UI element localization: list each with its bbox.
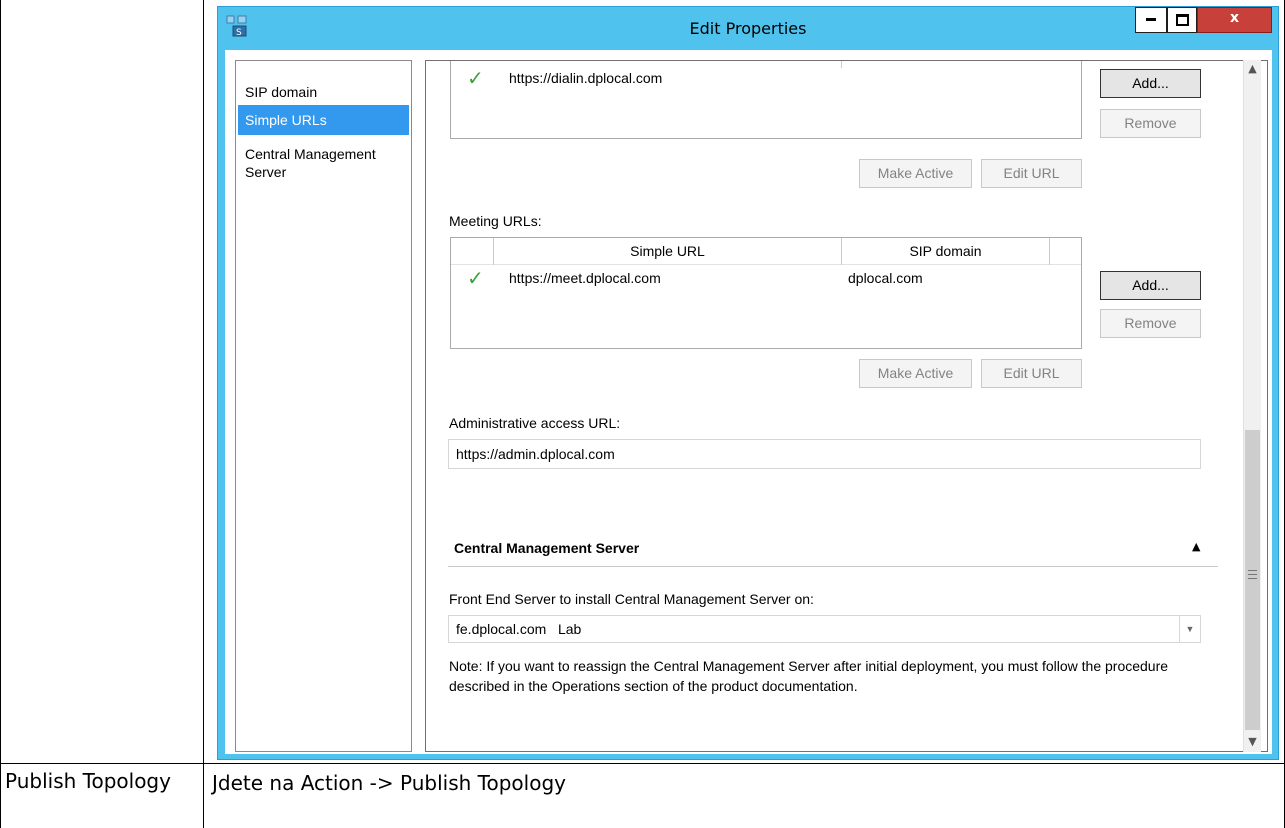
window-title: Edit Properties xyxy=(689,19,807,38)
cms-collapse-icon[interactable]: ▲ xyxy=(1192,540,1200,553)
maximize-icon xyxy=(1168,14,1196,26)
column-header-simple-url[interactable]: Simple URL xyxy=(494,238,842,265)
doc-right-cell-text: Jdete na Action -> Publish Topology xyxy=(212,771,566,795)
scroll-down-icon[interactable]: ▼ xyxy=(1244,733,1261,750)
cms-note-text: Note: If you want to reassign the Centra… xyxy=(449,658,1169,694)
maximize-button[interactable] xyxy=(1167,7,1197,33)
doc-table-border-left xyxy=(0,0,1,828)
minimize-icon xyxy=(1136,18,1166,21)
left-nav: SIP domain Simple URLs Central Managemen… xyxy=(235,60,412,752)
meeting-url-text: https://meet.dplocal.com xyxy=(509,270,661,286)
admin-url-label: Administrative access URL: xyxy=(449,415,621,431)
close-button[interactable]: x xyxy=(1197,7,1272,33)
dropdown-arrow-icon: ▼ xyxy=(1179,616,1200,642)
doc-table-divider xyxy=(203,0,204,828)
scroll-up-icon[interactable]: ▲ xyxy=(1244,60,1261,77)
dialin-url-text: https://dialin.dplocal.com xyxy=(509,70,663,86)
edit-properties-window: S Edit Properties x SIP domain Simple UR… xyxy=(217,6,1279,760)
cms-section-title: Central Management Server xyxy=(454,540,640,556)
dialin-urls-list[interactable]: ✓ https://dialin.dplocal.com xyxy=(450,61,1082,139)
doc-left-cell-text: Publish Topology xyxy=(5,769,171,793)
properties-panel: ✓ https://dialin.dplocal.com Add... Remo… xyxy=(425,60,1268,752)
meeting-make-active-button[interactable]: Make Active xyxy=(859,359,972,388)
grip-icon xyxy=(1248,570,1257,579)
title-bar[interactable]: S Edit Properties x xyxy=(218,7,1278,50)
list-item[interactable]: ✓ https://meet.dplocal.com dplocal.com xyxy=(451,268,1081,292)
active-check-icon: ✓ xyxy=(467,266,484,290)
dialin-edit-url-button[interactable]: Edit URL xyxy=(981,159,1082,188)
column-header-check xyxy=(451,238,494,265)
dialin-add-button[interactable]: Add... xyxy=(1100,69,1201,98)
minimize-button[interactable] xyxy=(1135,7,1167,33)
dialog-client-area: SIP domain Simple URLs Central Managemen… xyxy=(225,50,1272,754)
front-end-server-value: fe.dplocal.com Lab xyxy=(456,621,582,637)
front-end-server-label: Front End Server to install Central Mana… xyxy=(449,591,814,607)
meeting-edit-url-button[interactable]: Edit URL xyxy=(981,359,1082,388)
scrollbar-thumb[interactable] xyxy=(1245,430,1260,730)
meeting-remove-button[interactable]: Remove xyxy=(1100,309,1201,338)
nav-item-central-management-server[interactable]: Central Management Server xyxy=(238,145,409,181)
front-end-server-select[interactable]: fe.dplocal.com Lab ▼ xyxy=(448,615,1201,643)
meeting-urls-header: Simple URL SIP domain xyxy=(451,238,1081,265)
admin-url-field[interactable]: https://admin.dplocal.com xyxy=(448,439,1201,469)
meeting-add-button[interactable]: Add... xyxy=(1100,271,1201,300)
column-header-sip-domain[interactable]: SIP domain xyxy=(842,238,1050,265)
meeting-urls-label: Meeting URLs: xyxy=(449,213,542,229)
nav-item-simple-urls[interactable]: Simple URLs xyxy=(238,105,409,135)
dialin-make-active-button[interactable]: Make Active xyxy=(859,159,972,188)
close-icon: x xyxy=(1229,10,1240,26)
vertical-scrollbar[interactable]: ▲ ▼ xyxy=(1243,60,1261,752)
list-item[interactable]: ✓ https://dialin.dplocal.com xyxy=(451,68,1081,92)
dialin-remove-button[interactable]: Remove xyxy=(1100,109,1201,138)
meeting-sip-domain-text: dplocal.com xyxy=(848,270,923,286)
doc-table-row-divider xyxy=(0,763,1285,764)
doc-cell-instructions: Jdete na Action -> Publish Topology xyxy=(212,770,566,796)
dialin-header-divider xyxy=(841,61,842,68)
cms-section-divider xyxy=(448,566,1218,567)
nav-item-sip-domain[interactable]: SIP domain xyxy=(238,83,409,101)
active-check-icon: ✓ xyxy=(467,66,484,90)
doc-cell-publish-topology: Publish Topology xyxy=(5,768,195,794)
meeting-urls-list[interactable]: Simple URL SIP domain ✓ https://meet.dpl… xyxy=(450,237,1082,349)
